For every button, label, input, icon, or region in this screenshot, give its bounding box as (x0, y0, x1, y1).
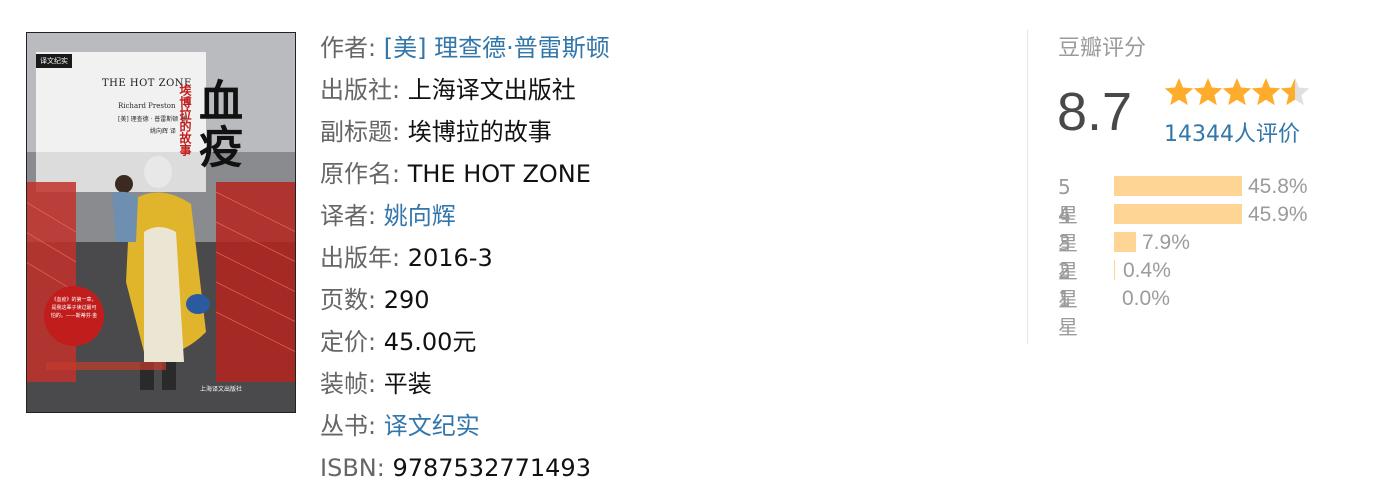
cover-quote: 《血疫》的第一章，是我这辈子读过最可怕的。——斯蒂芬·金 (50, 297, 98, 319)
info-pubdate-label: 出版年: (320, 244, 408, 272)
info-publisher-label: 出版社: (320, 76, 408, 104)
book-info: 作者: [美] 理查德·普雷斯顿 出版社: 上海译文出版社 副标题: 埃博拉的故… (320, 27, 610, 489)
rating-bar (1114, 176, 1242, 196)
rating-stars (1164, 78, 1310, 106)
info-pubdate-value: 2016-3 (407, 244, 493, 272)
info-translator-label: 译者: (320, 202, 384, 230)
rating-row-label: 1星 (1058, 287, 1078, 339)
cover-press: 上海译文出版社 (200, 386, 243, 393)
info-publisher: 出版社: 上海译文出版社 (320, 69, 610, 111)
cover-artwork (26, 32, 296, 413)
info-series-label: 丛书: (320, 412, 384, 440)
info-isbn-value: 9787532771493 (392, 454, 591, 482)
rating-title: 豆瓣评分 (1058, 36, 1147, 61)
info-pages: 页数: 290 (320, 279, 610, 321)
star-full-icon (1222, 78, 1252, 106)
rating-percent: 45.8% (1248, 175, 1308, 198)
info-original-title: 原作名: THE HOT ZONE (320, 153, 610, 195)
rating-score: 8.7 (1057, 82, 1133, 142)
cover-title: 血疫 (191, 78, 242, 170)
translator-link[interactable]: 姚向辉 (384, 202, 456, 230)
series-link[interactable]: 译文纪实 (384, 412, 480, 440)
info-price: 定价: 45.00元 (320, 321, 610, 363)
section-divider (1027, 30, 1028, 344)
info-series: 丛书: 译文纪实 (320, 405, 610, 447)
info-subtitle: 副标题: 埃博拉的故事 (320, 111, 610, 153)
cover-subtitle: 埃博拉的故事 (178, 84, 192, 156)
info-pages-value: 290 (383, 286, 430, 314)
rating-bar (1114, 232, 1136, 252)
rating-bar (1114, 204, 1242, 224)
info-isbn: ISBN: 9787532771493 (320, 447, 610, 489)
info-price-label: 定价: (320, 328, 384, 356)
star-full-icon (1164, 78, 1194, 106)
star-full-icon (1193, 78, 1223, 106)
info-binding: 装帧: 平装 (320, 363, 610, 405)
rating-percent: 0.4% (1123, 259, 1171, 282)
info-publisher-value: 上海译文出版社 (407, 76, 576, 104)
rating-percent: 45.9% (1248, 203, 1308, 226)
info-author-label: 作者: (320, 34, 384, 62)
info-binding-label: 装帧: (320, 370, 384, 398)
rating-bar (1114, 260, 1115, 280)
cover-publisher-badge: 译文纪实 (36, 54, 72, 68)
info-isbn-label: ISBN: (320, 454, 393, 482)
info-subtitle-value: 埃博拉的故事 (407, 118, 552, 146)
info-subtitle-label: 副标题: (320, 118, 408, 146)
info-translator: 译者: 姚向辉 (320, 195, 610, 237)
info-pubdate: 出版年: 2016-3 (320, 237, 610, 279)
info-binding-value: 平装 (383, 370, 432, 398)
info-pages-label: 页数: (320, 286, 384, 314)
star-half-icon (1280, 78, 1310, 106)
cover-author-english: Richard Preston (118, 102, 176, 110)
rating-percent: 7.9% (1142, 231, 1190, 254)
rating-percent: 0.0% (1122, 287, 1170, 310)
author-link[interactable]: [美] 理查德·普雷斯顿 (384, 34, 610, 62)
info-original-label: 原作名: (320, 160, 408, 188)
info-author: 作者: [美] 理查德·普雷斯顿 (320, 27, 610, 69)
cover-author-chinese: [美] 理查德 · 普雷斯顿 著 (118, 116, 187, 123)
info-original-value: THE HOT ZONE (407, 160, 591, 188)
book-cover[interactable]: 译文纪实 THE HOT ZONE Richard Preston [美] 理查… (26, 32, 296, 413)
info-price-value: 45.00元 (383, 328, 477, 356)
cover-translator: 姚向辉 译 (150, 128, 176, 135)
star-full-icon (1251, 78, 1281, 106)
rating-count-link[interactable]: 14344人评价 (1164, 116, 1300, 148)
